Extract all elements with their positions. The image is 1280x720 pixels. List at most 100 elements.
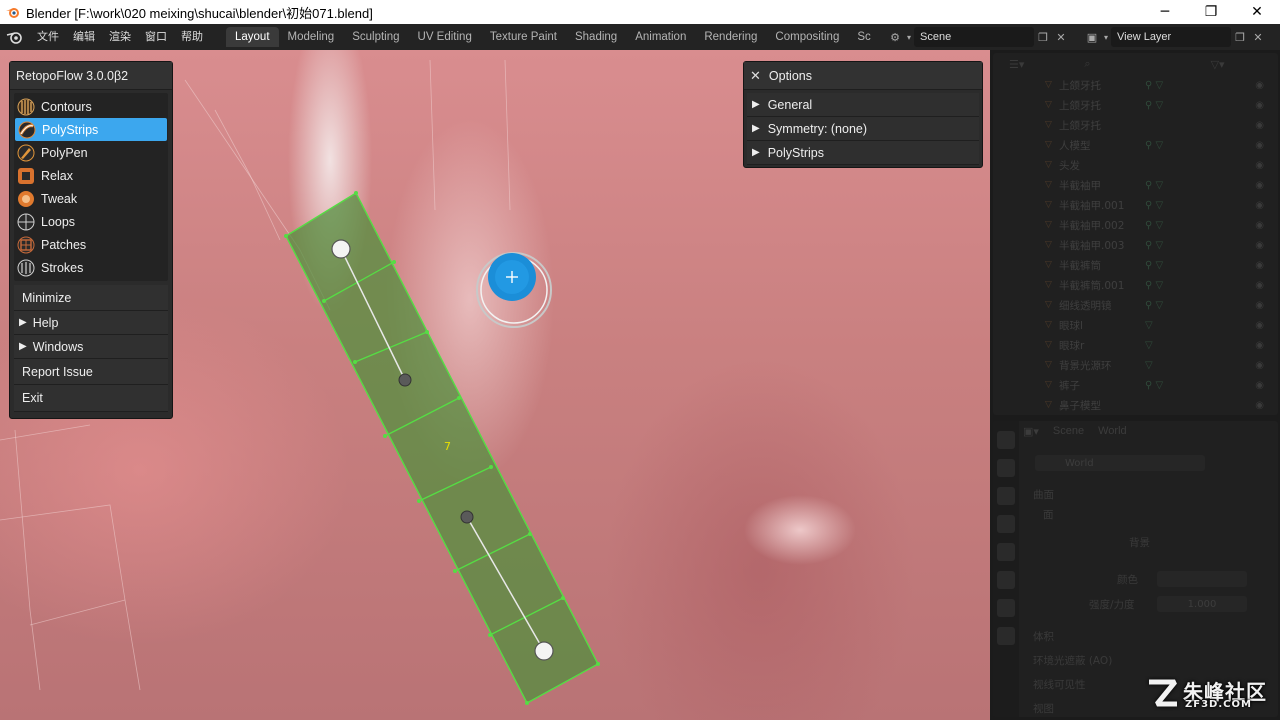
minimize-window-button[interactable]: ─ <box>1142 0 1188 24</box>
tab-sculpting[interactable]: Sculpting <box>343 27 408 47</box>
remove-view-layer-icon[interactable]: ✕ <box>1249 28 1267 46</box>
ray-visibility-panel-header[interactable]: 视线可见性 <box>1033 675 1086 693</box>
outliner-item[interactable]: ▽ 半截裤筒 ⚲ ▽ ◉ <box>993 255 1278 275</box>
display-mode-icon[interactable]: ☰▾ <box>1009 58 1024 71</box>
tool-contours[interactable]: Contours <box>14 95 168 118</box>
color-field[interactable] <box>1157 571 1247 587</box>
visibility-eye-icon[interactable]: ◉ <box>1255 380 1264 391</box>
outliner-item[interactable]: ▽ 半截袖甲.002 ⚲ ▽ ◉ <box>993 215 1278 235</box>
volume-panel-header[interactable]: 体积 <box>1033 627 1054 645</box>
tool-tweak[interactable]: Tweak <box>14 187 168 210</box>
visibility-eye-icon[interactable]: ◉ <box>1255 140 1264 151</box>
strip-control-handle[interactable] <box>398 373 412 387</box>
tab-scripting[interactable]: Sc <box>848 27 879 47</box>
outliner-item[interactable]: ▽ 上颌牙托 ◉ <box>993 115 1278 135</box>
options-section-general[interactable]: ▶ General <box>747 93 979 117</box>
visibility-eye-icon[interactable]: ◉ <box>1255 400 1264 411</box>
visibility-eye-icon[interactable]: ◉ <box>1255 100 1264 111</box>
tab-compositing[interactable]: Compositing <box>766 27 848 47</box>
outliner-item[interactable]: ▽ 上颌牙托 ⚲ ▽ ◉ <box>993 75 1278 95</box>
chevron-down-icon[interactable]: ▾ <box>1101 28 1111 46</box>
outliner-item[interactable]: ▽ 半截袖甲.001 ⚲ ▽ ◉ <box>993 195 1278 215</box>
strength-field[interactable]: 1.000 <box>1157 596 1247 612</box>
remove-scene-icon[interactable]: ✕ <box>1052 28 1070 46</box>
outliner-item[interactable]: ▽ 人模型 ⚲ ▽ ◉ <box>993 135 1278 155</box>
visibility-eye-icon[interactable]: ◉ <box>1255 160 1264 171</box>
tab-modeling[interactable]: Modeling <box>279 27 344 47</box>
outliner-item[interactable]: ▽ 细线透明镜 ⚲ ▽ ◉ <box>993 295 1278 315</box>
strip-control-handle[interactable] <box>460 510 474 524</box>
filter-icon[interactable]: ▽▾ <box>1211 58 1225 71</box>
strip-end-handle[interactable] <box>331 239 351 259</box>
maximize-window-button[interactable]: ❐ <box>1188 0 1234 24</box>
visibility-eye-icon[interactable]: ◉ <box>1255 120 1264 131</box>
surface-panel-header[interactable]: 曲面 <box>1033 485 1054 503</box>
visibility-eye-icon[interactable]: ◉ <box>1255 320 1264 331</box>
tab-rendering[interactable]: Rendering <box>695 27 766 47</box>
new-view-layer-icon[interactable]: ❐ <box>1231 28 1249 46</box>
scene-icon[interactable]: ⚙ <box>886 28 904 46</box>
tool-relax[interactable]: Relax <box>14 164 168 187</box>
windows-section[interactable]: ▶ Windows <box>14 335 168 359</box>
output-tab-icon[interactable] <box>997 487 1015 505</box>
view-layer-tab-icon[interactable] <box>997 515 1015 533</box>
new-scene-icon[interactable]: ❐ <box>1034 28 1052 46</box>
visibility-eye-icon[interactable]: ◉ <box>1255 340 1264 351</box>
strip-end-handle[interactable] <box>534 641 554 661</box>
outliner-item[interactable]: ▽ 鼻子模型 ◉ <box>993 395 1278 415</box>
editor-type-icon[interactable]: ▣▾ <box>1023 425 1039 438</box>
surface-subpanel[interactable]: 面 <box>1043 505 1054 523</box>
outliner-item[interactable]: ▽ 裤子 ⚲ ▽ ◉ <box>993 375 1278 395</box>
tab-layout[interactable]: Layout <box>226 27 279 47</box>
outliner-item[interactable]: ▽ 眼球l ▽ ◉ <box>993 315 1278 335</box>
tool-polypen[interactable]: PolyPen <box>14 141 168 164</box>
tool-loops[interactable]: Loops <box>14 210 168 233</box>
scene-tab-icon[interactable] <box>997 543 1015 561</box>
visibility-eye-icon[interactable]: ◉ <box>1255 80 1264 91</box>
object-tab-icon[interactable] <box>997 599 1015 617</box>
help-section[interactable]: ▶ Help <box>14 311 168 335</box>
menu-edit[interactable]: 编辑 <box>66 24 102 50</box>
report-issue-button[interactable]: Report Issue <box>14 359 168 385</box>
menu-file[interactable]: 文件 <box>30 24 66 50</box>
tab-uv-editing[interactable]: UV Editing <box>409 27 481 47</box>
minimize-button[interactable]: Minimize <box>14 285 168 311</box>
visibility-eye-icon[interactable]: ◉ <box>1255 280 1264 291</box>
exit-button[interactable]: Exit <box>14 385 168 412</box>
close-window-button[interactable]: ✕ <box>1234 0 1280 24</box>
tool-patches[interactable]: Patches <box>14 233 168 256</box>
visibility-eye-icon[interactable]: ◉ <box>1255 220 1264 231</box>
render-tab-icon[interactable] <box>997 459 1015 477</box>
blender-menu-icon[interactable] <box>0 24 30 50</box>
tab-animation[interactable]: Animation <box>626 27 695 47</box>
menu-render[interactable]: 渲染 <box>102 24 138 50</box>
outliner-item[interactable]: ▽ 眼球r ▽ ◉ <box>993 335 1278 355</box>
outliner-item[interactable]: ▽ 背景光源环 ▽ ◉ <box>993 355 1278 375</box>
viewport-display-panel-header[interactable]: 视图 <box>1033 699 1054 717</box>
outliner-item[interactable]: ▽ 半截袖甲 ⚲ ▽ ◉ <box>993 175 1278 195</box>
polystrip-mesh[interactable] <box>284 191 600 705</box>
world-tab-icon[interactable] <box>997 571 1015 589</box>
visibility-eye-icon[interactable]: ◉ <box>1255 240 1264 251</box>
world-datablock-field[interactable]: World <box>1035 455 1205 471</box>
options-section-polystrips[interactable]: ▶ PolyStrips <box>747 141 979 165</box>
ao-panel-header[interactable]: 环境光遮蔽 (AO) <box>1033 651 1112 669</box>
options-section-symmetry[interactable]: ▶ Symmetry: (none) <box>747 117 979 141</box>
tool-polystrips[interactable]: PolyStrips <box>15 118 167 141</box>
visibility-eye-icon[interactable]: ◉ <box>1255 200 1264 211</box>
close-icon[interactable]: ✕ <box>750 68 761 84</box>
outliner-item[interactable]: ▽ 上颌牙托 ⚲ ▽ ◉ <box>993 95 1278 115</box>
menu-help[interactable]: 帮助 <box>174 24 210 50</box>
visibility-eye-icon[interactable]: ◉ <box>1255 180 1264 191</box>
visibility-eye-icon[interactable]: ◉ <box>1255 300 1264 311</box>
scene-name-field[interactable]: Scene <box>914 27 1034 47</box>
tab-texture-paint[interactable]: Texture Paint <box>481 27 566 47</box>
tool-tab-icon[interactable] <box>997 431 1015 449</box>
tool-strokes[interactable]: Strokes <box>14 256 168 279</box>
tab-shading[interactable]: Shading <box>566 27 626 47</box>
menu-window[interactable]: 窗口 <box>138 24 174 50</box>
chevron-down-icon[interactable]: ▾ <box>904 28 914 46</box>
outliner-item[interactable]: ▽ 半截袖甲.003 ⚲ ▽ ◉ <box>993 235 1278 255</box>
visibility-eye-icon[interactable]: ◉ <box>1255 260 1264 271</box>
visibility-eye-icon[interactable]: ◉ <box>1255 360 1264 371</box>
